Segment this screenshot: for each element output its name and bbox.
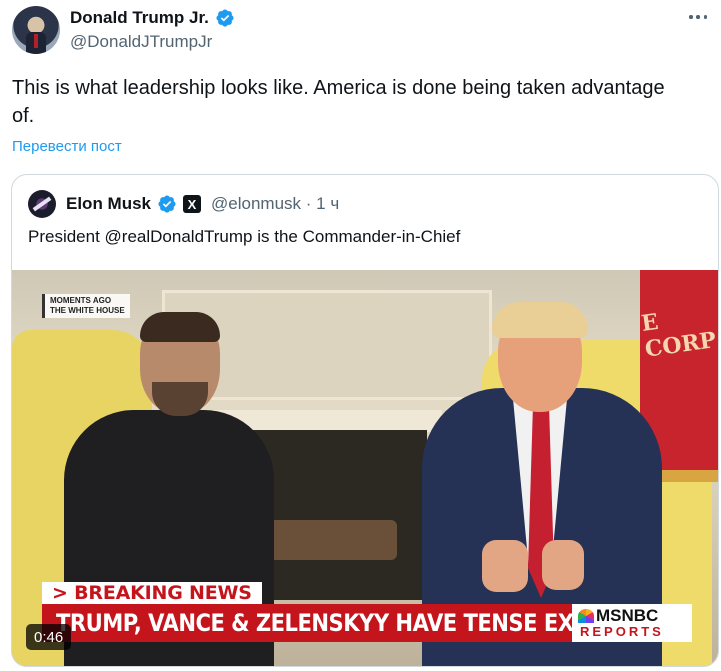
network-name: MSNBC <box>596 606 659 625</box>
author-display-name[interactable]: Donald Trump Jr. <box>70 8 209 28</box>
dot <box>689 15 693 19</box>
tweet: Donald Trump Jr. @DonaldJTrumpJr This is… <box>0 0 721 671</box>
quoted-author-avatar[interactable] <box>28 190 56 218</box>
quoted-author-handle[interactable]: @elonmusk · 1 ч <box>211 194 339 214</box>
quoted-time[interactable]: 1 ч <box>316 194 339 213</box>
author-handle[interactable]: @DonaldJTrumpJr <box>70 32 212 52</box>
translate-post-link[interactable]: Перевести пост <box>12 138 122 155</box>
hand-right <box>542 540 584 590</box>
flag-text-top: E <box>639 308 660 337</box>
author-avatar[interactable] <box>12 6 60 54</box>
verified-badge-icon <box>216 9 234 27</box>
quoted-author-name[interactable]: Elon Musk <box>66 194 151 214</box>
person-left-hair <box>140 312 220 342</box>
network-logo: MSNBC REPORTS <box>572 604 692 642</box>
avatar-tie <box>34 34 38 48</box>
person-right-hair <box>492 302 588 338</box>
video-duration: 0:46 <box>26 624 72 650</box>
moments-ago-text: MOMENTS AGO <box>50 296 112 305</box>
video-player[interactable]: E CORP MOMENTS AGO THE WHITE HOUSE > BREA… <box>12 270 718 666</box>
headline-bar: TRUMP, VANCE & ZELENSKYY HAVE TENSE EXCH… <box>42 604 669 642</box>
author-name-row: Donald Trump Jr. <box>70 7 235 29</box>
quoted-tweet-card[interactable]: Elon Musk X @elonmusk · 1 ч President @r… <box>11 174 719 667</box>
x-affiliate-badge-icon: X <box>183 195 202 213</box>
network-sub: REPORTS <box>580 624 664 639</box>
msnbc-logo: MSNBC <box>578 606 658 626</box>
moments-ago-overlay: MOMENTS AGO THE WHITE HOUSE <box>42 294 130 318</box>
verified-badge-icon <box>158 195 176 213</box>
tweet-text: This is what leadership looks like. Amer… <box>12 77 665 127</box>
white-house-text: THE WHITE HOUSE <box>50 306 125 315</box>
fire-logs <box>257 520 397 560</box>
quoted-text: President @realDonaldTrump is the Comman… <box>28 227 461 246</box>
dot <box>696 15 700 19</box>
quoted-header: Elon Musk X @elonmusk · 1 ч <box>28 189 339 219</box>
flag-text: E CORP <box>639 301 717 363</box>
breaking-news-label: > BREAKING NEWS <box>42 582 262 604</box>
more-dots-icon[interactable] <box>689 12 707 22</box>
breaking-news-text: > BREAKING NEWS <box>52 582 252 604</box>
peacock-icon <box>578 609 594 623</box>
separator: · <box>301 194 317 213</box>
dot <box>703 15 707 19</box>
hand-left <box>482 540 528 592</box>
quoted-handle-text: @elonmusk <box>211 194 302 213</box>
